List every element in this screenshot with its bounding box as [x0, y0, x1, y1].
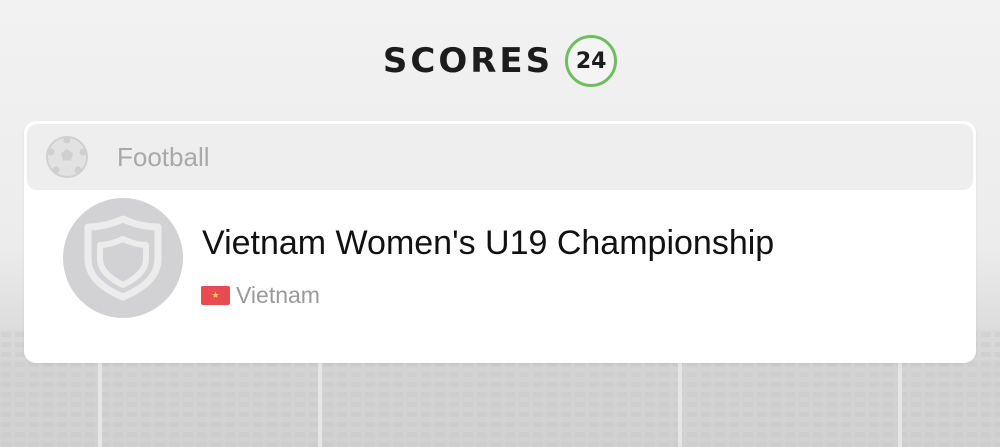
- sport-label: Football: [117, 141, 210, 172]
- country-name: Vietnam: [236, 281, 320, 308]
- site-header: SCORES 24: [0, 30, 1000, 92]
- tournament-emblem: [63, 198, 183, 318]
- vietnam-flag-icon: ★: [201, 285, 230, 305]
- tournament-card: Football Vietnam Women's U19 Championshi…: [24, 121, 976, 363]
- sport-header[interactable]: Football: [27, 124, 973, 190]
- shield-icon: [84, 215, 162, 301]
- country-row[interactable]: ★ Vietnam: [201, 281, 320, 309]
- tournament-title[interactable]: Vietnam Women's U19 Championship: [202, 224, 774, 263]
- brand-logo-text[interactable]: SCORES: [383, 41, 553, 81]
- soccer-ball-icon: [45, 135, 89, 179]
- brand-badge-number: 24: [575, 48, 607, 74]
- brand-logo-badge[interactable]: 24: [565, 35, 618, 87]
